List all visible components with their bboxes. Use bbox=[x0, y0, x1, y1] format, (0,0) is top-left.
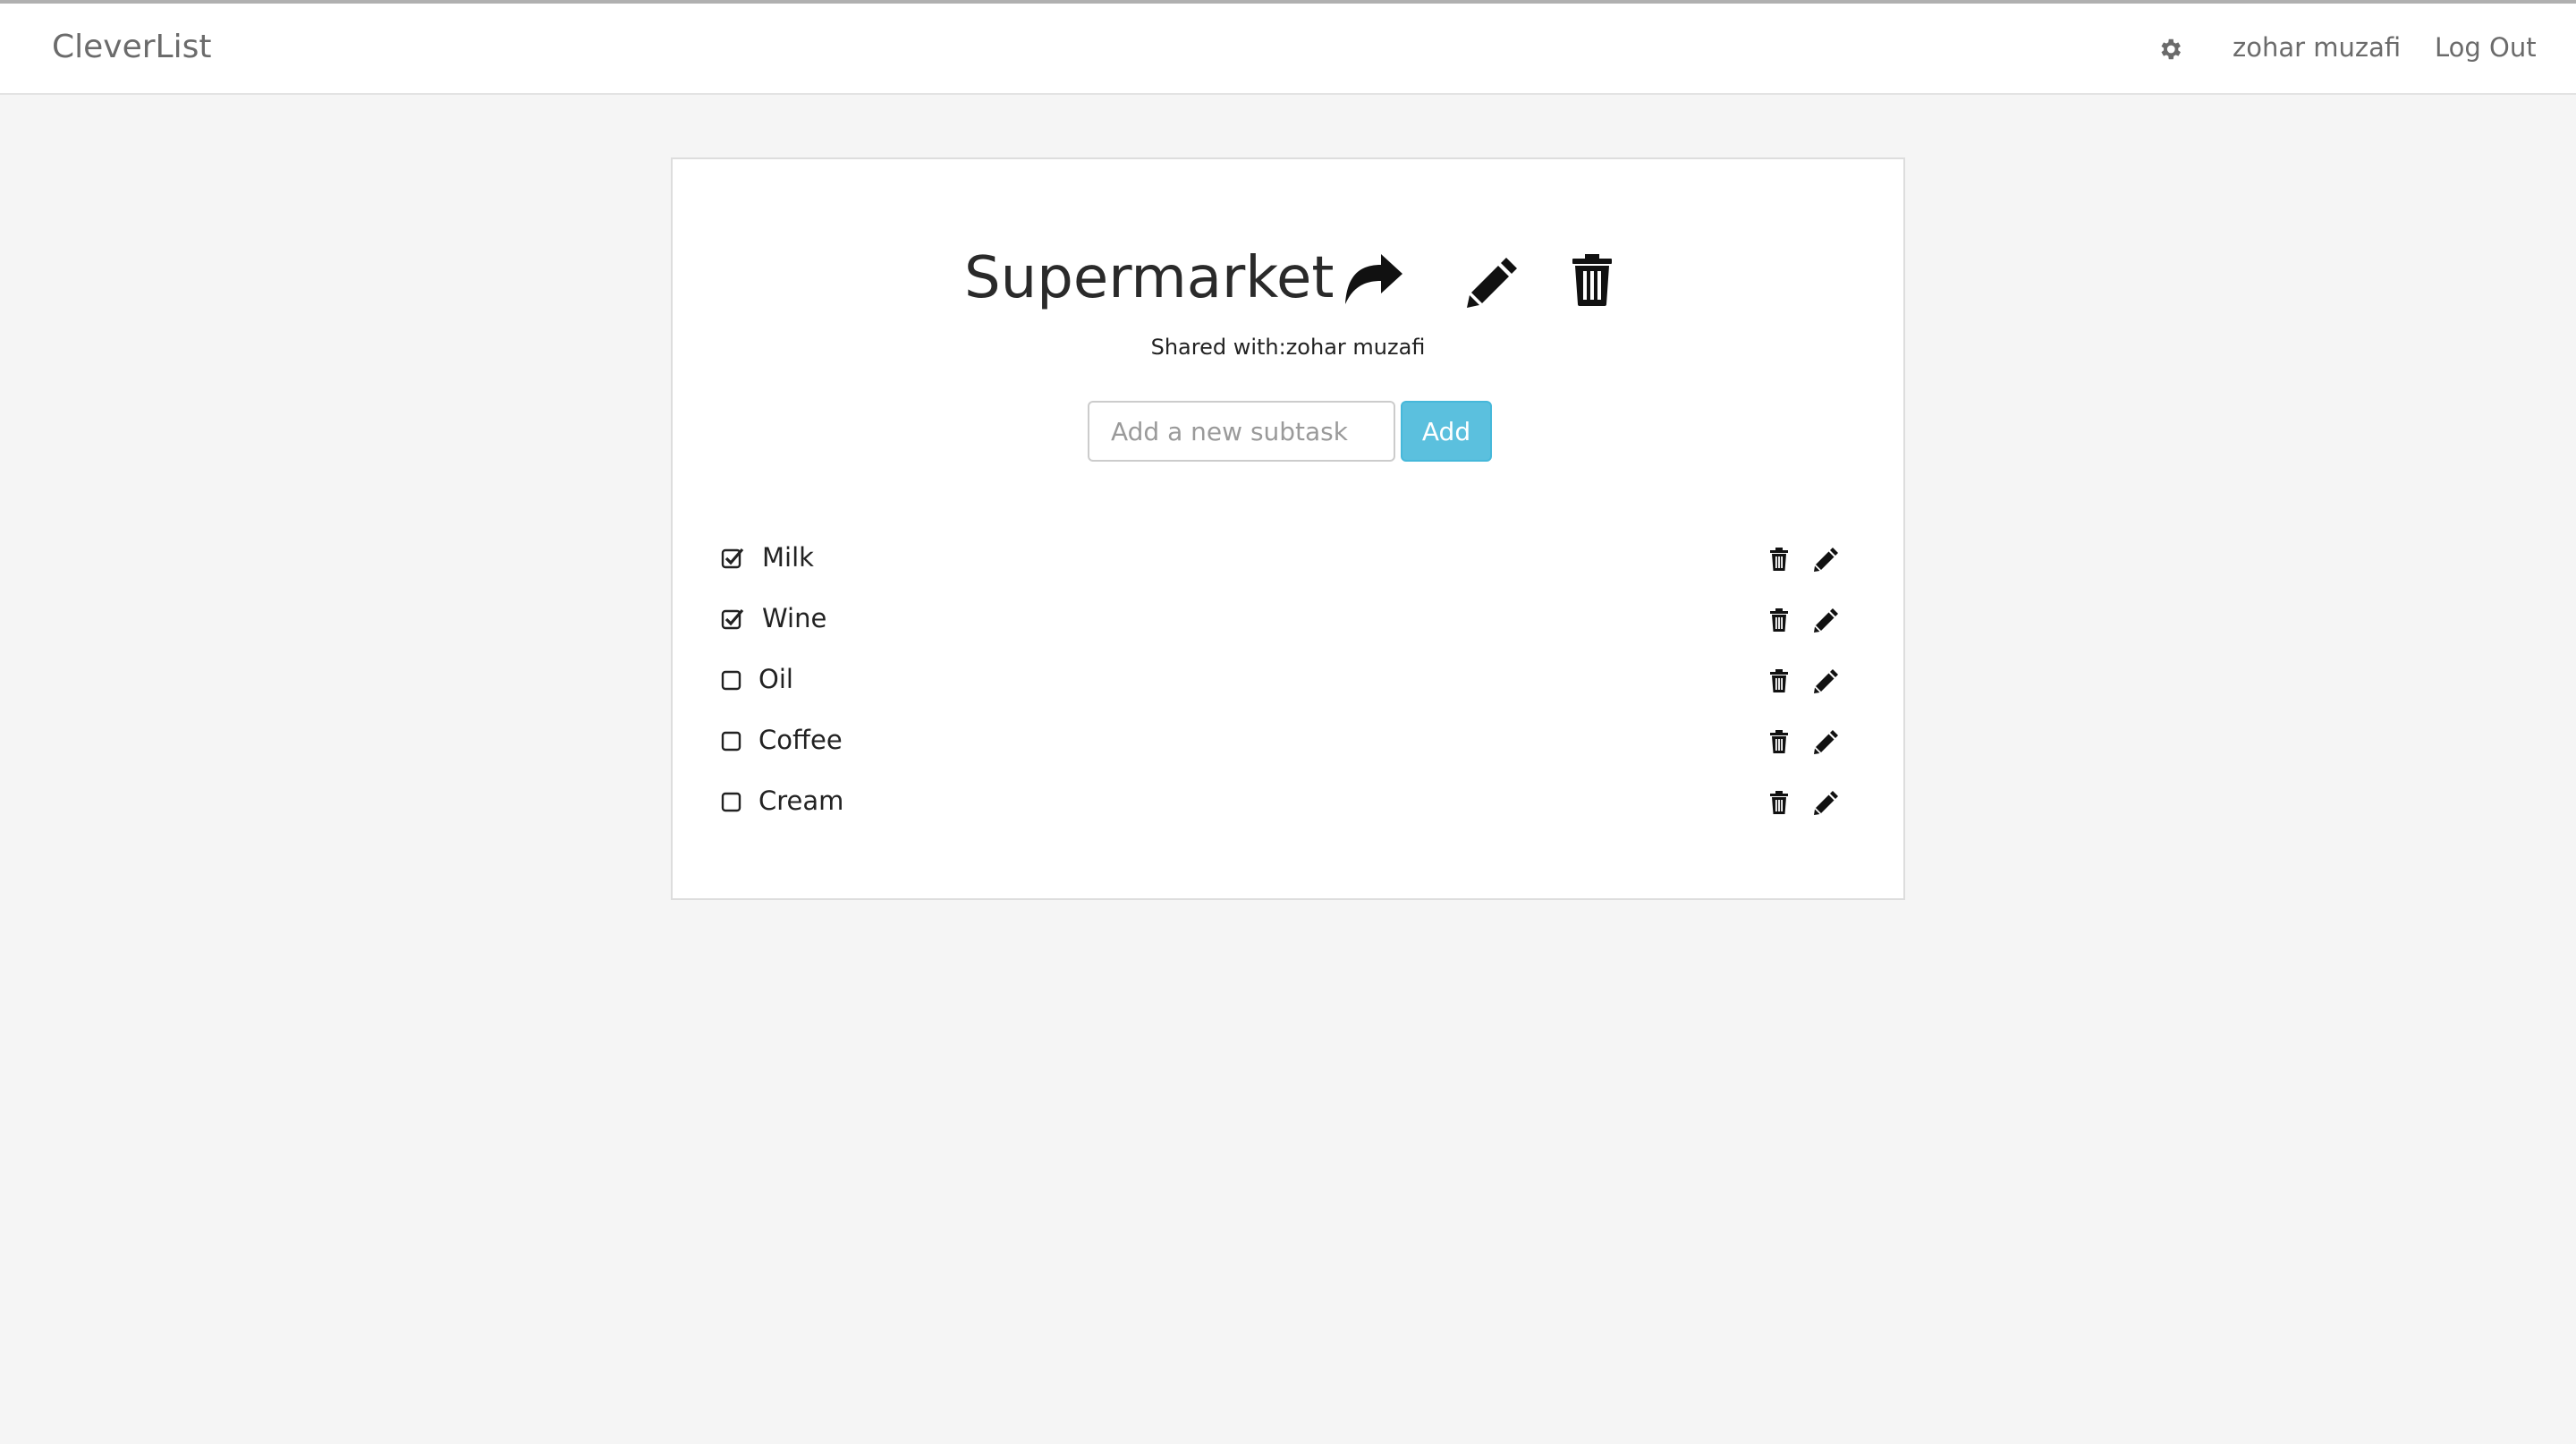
brand-logo[interactable]: CleverList bbox=[52, 29, 211, 65]
delete-item-icon[interactable] bbox=[1769, 548, 1789, 571]
item-label: Milk bbox=[762, 542, 814, 573]
delete-item-icon[interactable] bbox=[1769, 669, 1789, 692]
edit-item-icon[interactable] bbox=[1814, 790, 1839, 815]
add-subtask-input[interactable] bbox=[1088, 401, 1395, 462]
top-navbar: CleverList zohar muzafi Log Out bbox=[0, 0, 2576, 95]
edit-item-icon[interactable] bbox=[1814, 668, 1839, 693]
gear-icon[interactable] bbox=[2157, 36, 2183, 63]
unchecked-checkbox-icon[interactable] bbox=[721, 729, 744, 752]
subtask-list: Milk Wine Oil Coffee Cream bbox=[721, 535, 1859, 839]
user-name-link[interactable]: zohar muzafi bbox=[2233, 32, 2401, 63]
item-label: Oil bbox=[758, 664, 793, 694]
edit-item-icon[interactable] bbox=[1814, 547, 1839, 572]
unchecked-checkbox-icon[interactable] bbox=[721, 668, 744, 692]
pencil-icon[interactable] bbox=[1467, 256, 1519, 308]
list-card: Supermarket Shared with:zohar muzafi Add… bbox=[671, 157, 1905, 900]
list-item: Milk bbox=[721, 535, 1859, 596]
list-item: Cream bbox=[721, 778, 1859, 839]
item-label: Cream bbox=[758, 786, 844, 816]
item-label: Coffee bbox=[758, 725, 843, 755]
edit-item-icon[interactable] bbox=[1814, 729, 1839, 754]
checked-checkbox-icon[interactable] bbox=[721, 607, 744, 631]
delete-item-icon[interactable] bbox=[1769, 791, 1789, 814]
list-title: Supermarket bbox=[964, 245, 1335, 311]
list-item: Oil bbox=[721, 657, 1859, 718]
unchecked-checkbox-icon[interactable] bbox=[721, 790, 744, 813]
trash-icon[interactable] bbox=[1571, 254, 1614, 306]
edit-item-icon[interactable] bbox=[1814, 607, 1839, 633]
list-item: Coffee bbox=[721, 718, 1859, 778]
list-item: Wine bbox=[721, 596, 1859, 657]
shared-with-label: Shared with:zohar muzafi bbox=[1150, 335, 1426, 360]
checked-checkbox-icon[interactable] bbox=[721, 547, 744, 570]
delete-item-icon[interactable] bbox=[1769, 730, 1789, 753]
share-icon[interactable] bbox=[1343, 252, 1402, 306]
delete-item-icon[interactable] bbox=[1769, 608, 1789, 632]
logout-link[interactable]: Log Out bbox=[2435, 32, 2537, 63]
add-button[interactable]: Add bbox=[1401, 401, 1492, 462]
item-label: Wine bbox=[762, 603, 827, 633]
